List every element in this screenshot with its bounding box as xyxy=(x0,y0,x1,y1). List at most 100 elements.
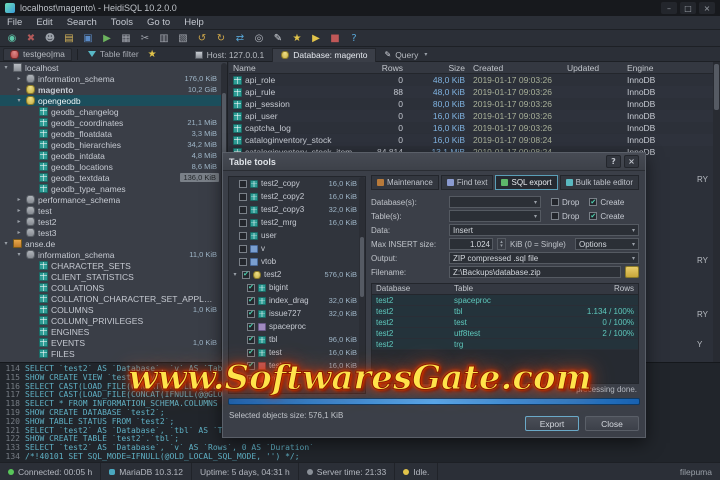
expand-arrow-icon[interactable]: ▾ xyxy=(2,64,10,71)
tree-item-information_schema[interactable]: ▾ information_schema 11,0 KiB xyxy=(0,249,227,260)
table-row-cataloginventory_stock[interactable]: cataloginventory_stock 0 16,0 KiB 2019-01-1… xyxy=(229,134,720,146)
checkbox-checked[interactable]: ✔ xyxy=(242,270,250,279)
tree-item-geodb_type_names[interactable]: geodb_type_names xyxy=(0,183,227,194)
checklist-item-vtob[interactable]: vtob xyxy=(229,255,365,268)
tree-item-localhost[interactable]: ▾ localhost xyxy=(0,62,227,73)
checkbox-checked[interactable]: ✔ xyxy=(247,322,255,331)
table-row-api_role[interactable]: api_role 0 48,0 KiB 2019-01-17 09:03:26 Inno… xyxy=(229,74,720,86)
checkbox-unchecked[interactable] xyxy=(239,218,247,227)
menu-search[interactable]: Search xyxy=(60,16,104,29)
checklist-item-test2_copy[interactable]: test2_copy 16,0 KiB xyxy=(229,177,365,190)
dialog-title-bar[interactable]: Table tools ? × xyxy=(223,153,645,171)
expand-arrow-icon[interactable]: ▸ xyxy=(15,86,23,93)
column-header-size[interactable]: Size xyxy=(407,62,469,73)
expand-arrow-icon[interactable]: ▸ xyxy=(15,196,23,203)
dialog-help-button[interactable]: ? xyxy=(606,155,621,168)
checklist-item-issue727[interactable]: ✔ issue727 32,0 KiB xyxy=(229,307,365,320)
help-icon[interactable]: ? xyxy=(345,31,363,46)
table-row-api_session[interactable]: api_session 0 80,0 KiB 2019-01-17 09:03:26 I… xyxy=(229,98,720,110)
tree-item-EVENTS[interactable]: EVENTS 1,0 KiB xyxy=(0,337,227,348)
tree-item-COLUMNS[interactable]: COLUMNS 1,0 KiB xyxy=(0,304,227,315)
table-drop-checkbox[interactable]: Drop xyxy=(551,212,579,221)
result-column-table[interactable]: Table xyxy=(450,284,560,294)
expand-arrow-icon[interactable]: ▾ xyxy=(2,240,10,247)
expand-arrow-icon[interactable]: ▸ xyxy=(15,207,23,214)
execute-icon[interactable]: ▶ xyxy=(307,31,325,46)
result-row-utf8test[interactable]: test2 utf8test 2 / 100% xyxy=(372,328,638,339)
table-list-scrollbar[interactable] xyxy=(713,62,720,362)
checkbox-unchecked[interactable] xyxy=(239,205,247,214)
result-column-rows[interactable]: Rows xyxy=(560,284,638,294)
tree-item-anse.de[interactable]: ▾ anse.de xyxy=(0,238,227,249)
checkbox-unchecked[interactable] xyxy=(239,192,247,201)
tree-item-CHARACTER_SETS[interactable]: CHARACTER_SETS xyxy=(0,260,227,271)
result-row-trg[interactable]: test2 trg xyxy=(372,339,638,350)
tree-item-geodb_textdata[interactable]: geodb_textdata 136,0 KiB xyxy=(0,172,227,183)
tree-item-geodb_intdata[interactable]: geodb_intdata 4,8 MiB xyxy=(0,150,227,161)
minimize-button[interactable]: – xyxy=(661,2,677,14)
tree-item-geodb_hierarchies[interactable]: geodb_hierarchies 34,2 MiB xyxy=(0,139,227,150)
new-query-icon[interactable]: ✎ xyxy=(269,31,287,46)
tree-item-COLLATION_CHARACTER_SET_APPLICABILITY[interactable]: COLLATION_CHARACTER_SET_APPLICABILITY xyxy=(0,293,227,304)
checkbox-checked[interactable]: ✔ xyxy=(247,309,255,318)
menu-go-to[interactable]: Go to xyxy=(140,16,177,29)
export-icon[interactable]: ▶ xyxy=(98,31,116,46)
checkbox-unchecked[interactable] xyxy=(239,244,247,253)
checkbox-checked[interactable]: ✔ xyxy=(247,335,255,344)
tab-maintenance[interactable]: Maintenance xyxy=(371,175,439,190)
tables-combo[interactable]: ▾ xyxy=(449,210,541,222)
checkbox-unchecked[interactable] xyxy=(239,179,247,188)
favorites-icon[interactable]: ★ xyxy=(288,31,306,46)
column-header-created[interactable]: Created xyxy=(469,62,563,73)
databases-combo[interactable]: ▾ xyxy=(449,196,541,208)
expand-arrow-icon[interactable]: ▸ xyxy=(15,218,23,225)
tab-bulk-table-editor[interactable]: Bulk table editor xyxy=(559,175,639,190)
result-column-database[interactable]: Database xyxy=(372,284,450,294)
checklist-item-tbl[interactable]: ✔ tbl 96,0 KiB xyxy=(229,333,365,346)
tree-item-FILES[interactable]: FILES xyxy=(0,348,227,359)
tree-item-magento[interactable]: ▸ magento 10,2 GiB xyxy=(0,84,227,95)
query-tab[interactable]: ✎ Query ▾ xyxy=(376,48,435,62)
checklist-item-v[interactable]: v xyxy=(229,242,365,255)
expand-arrow-icon[interactable]: ▾ xyxy=(15,97,23,104)
paste-icon[interactable]: ▧ xyxy=(174,31,192,46)
checkbox-unchecked[interactable] xyxy=(239,257,247,266)
checkbox-checked[interactable]: ✔ xyxy=(247,283,255,292)
favorites-star-icon[interactable]: ★ xyxy=(148,49,157,60)
column-header-rows[interactable]: Rows xyxy=(361,62,407,73)
table-create-checkbox[interactable]: ✔ Create xyxy=(589,212,624,221)
tree-item-geodb_floatdata[interactable]: geodb_floatdata 3,3 MiB xyxy=(0,128,227,139)
table-row-api_rule[interactable]: api_rule 88 48,0 KiB 2019-01-17 09:03:26 Inn… xyxy=(229,86,720,98)
checkbox-checked[interactable]: ✔ xyxy=(247,348,255,357)
print-icon[interactable]: ▦ xyxy=(117,31,135,46)
disconnect-icon[interactable]: ✖ xyxy=(22,31,40,46)
export-button[interactable]: Export xyxy=(525,416,579,431)
host-tab[interactable]: Host: 127.0.0.1 xyxy=(187,48,273,62)
stop-icon[interactable]: ■ xyxy=(326,31,344,46)
column-header-updated[interactable]: Updated xyxy=(563,62,623,73)
maximize-button[interactable]: □ xyxy=(680,2,696,14)
expand-arrow-icon[interactable]: ▾ xyxy=(15,251,23,258)
table-row-captcha_log[interactable]: captcha_log 0 16,0 KiB 2019-01-17 09:03:26 I… xyxy=(229,122,720,134)
tree-item-geodb_locations[interactable]: geodb_locations 8,6 MiB xyxy=(0,161,227,172)
tab-find-text[interactable]: Find text xyxy=(440,175,494,190)
output-combo[interactable]: ZIP compressed .sql file ▾ xyxy=(449,252,639,264)
tree-item-geodb_coordinates[interactable]: geodb_coordinates 21,1 MiB xyxy=(0,117,227,128)
menu-tools[interactable]: Tools xyxy=(104,16,140,29)
filename-input[interactable]: Z:\Backups\database.zip xyxy=(449,266,621,278)
tree-item-CLIENT_STATISTICS[interactable]: CLIENT_STATISTICS xyxy=(0,271,227,282)
session-manager-icon[interactable]: ◉ xyxy=(3,31,21,46)
expand-arrow-icon[interactable]: ▸ xyxy=(15,229,23,236)
open-sql-file-icon[interactable]: ▤ xyxy=(60,31,78,46)
checklist-item-test2_copy2[interactable]: test2_copy2 16,0 KiB xyxy=(229,190,365,203)
tree-item-COLLATIONS[interactable]: COLLATIONS xyxy=(0,282,227,293)
checklist-item-test[interactable]: ✔ test 16,0 KiB xyxy=(229,359,365,372)
checkbox-checked[interactable]: ✔ xyxy=(247,361,255,370)
tree-item-COLUMN_PRIVILEGES[interactable]: COLUMN_PRIVILEGES xyxy=(0,315,227,326)
column-header-name[interactable]: Name xyxy=(229,62,361,73)
undo-icon[interactable]: ↺ xyxy=(193,31,211,46)
expand-arrow-icon[interactable]: ▸ xyxy=(15,75,23,82)
checklist-item-spaceproc[interactable]: ✔ spaceproc xyxy=(229,320,365,333)
checklist-item-test2_copy3[interactable]: test2_copy3 32,0 KiB xyxy=(229,203,365,216)
database-tab[interactable]: Database: magento xyxy=(272,47,377,62)
